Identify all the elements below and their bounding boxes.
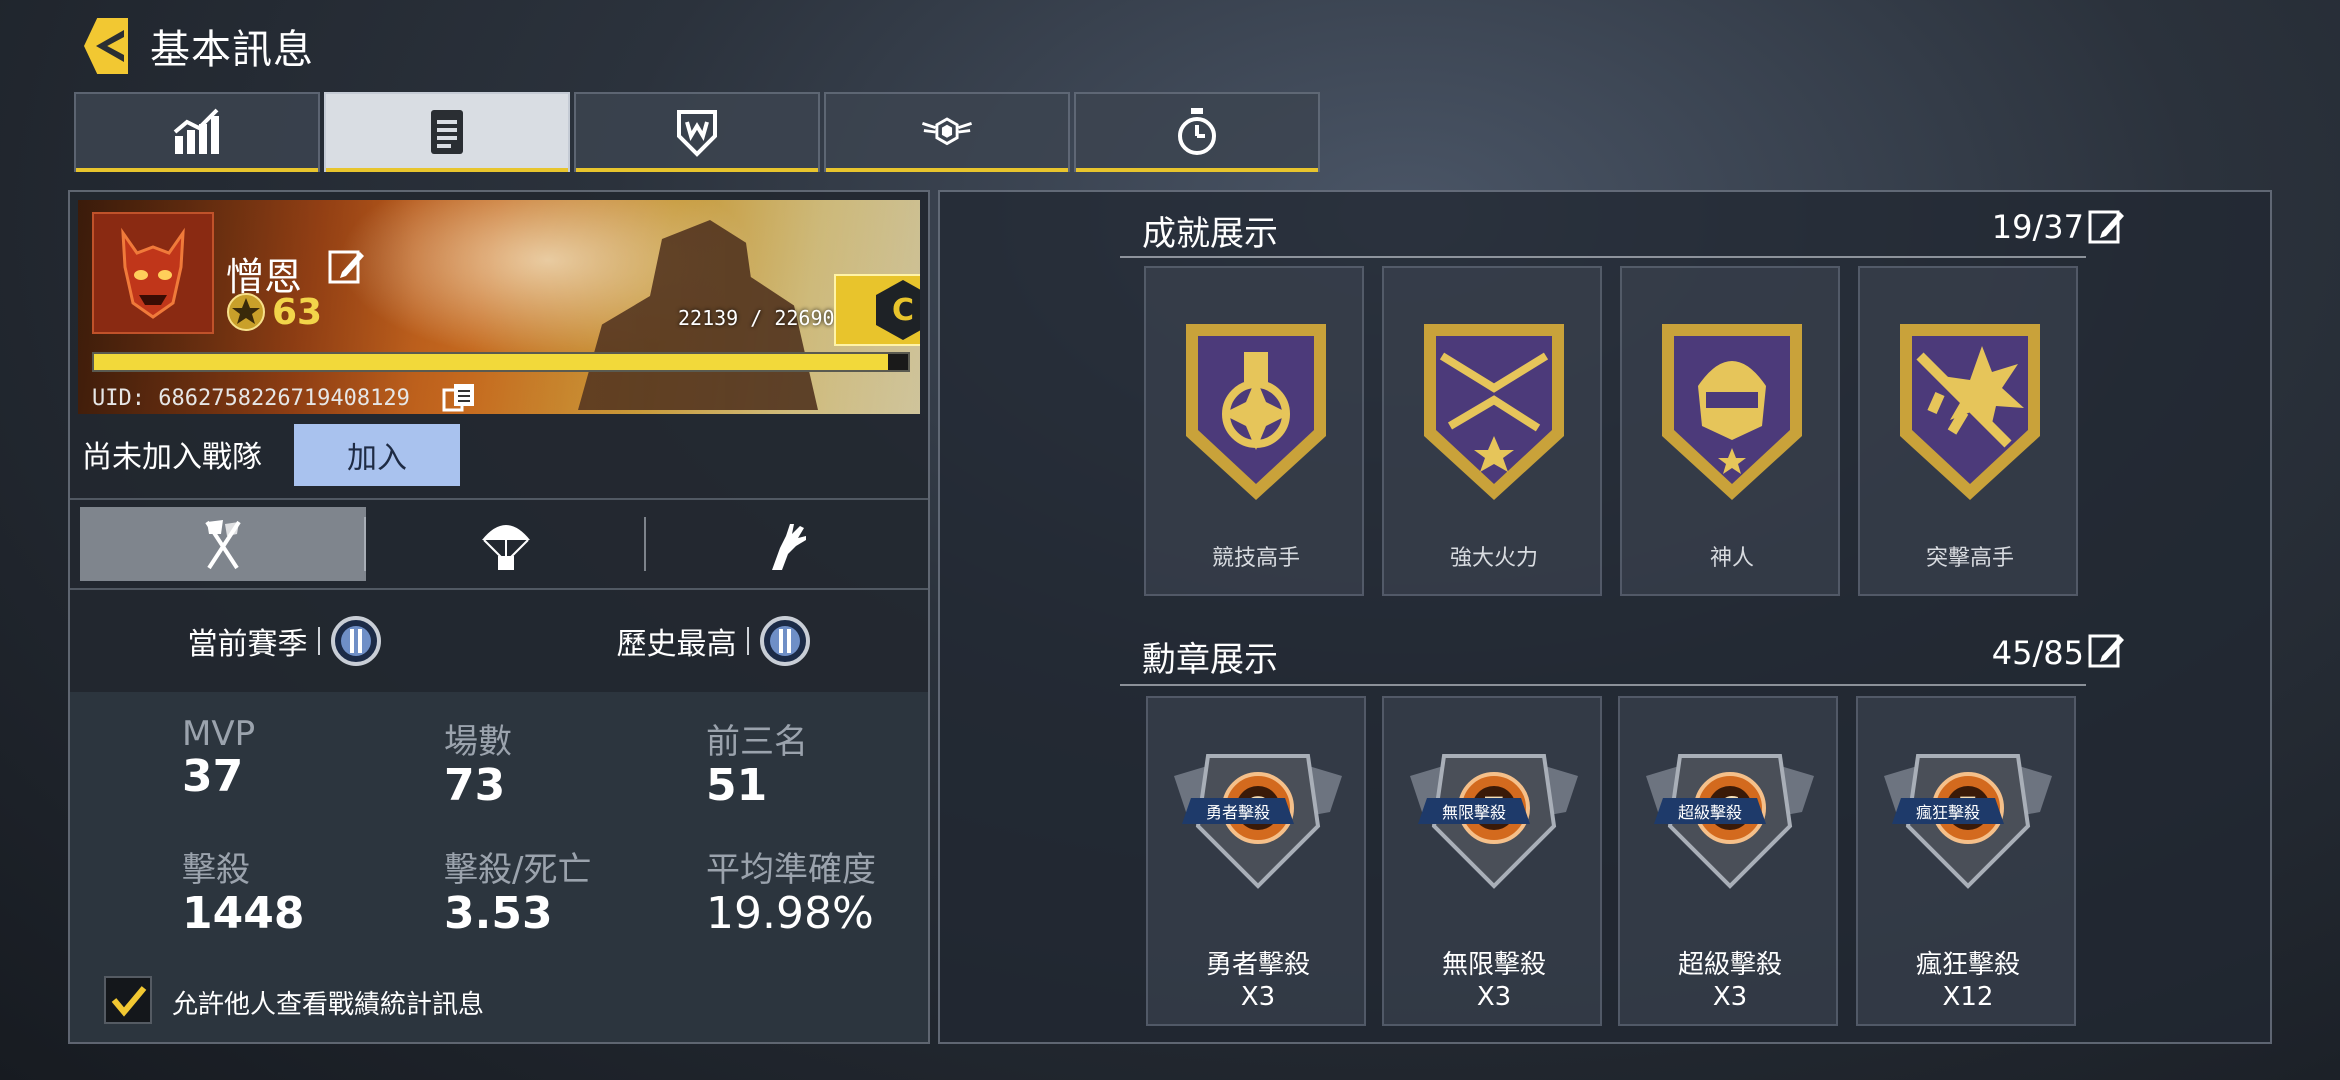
tab-basic-info[interactable]: [324, 92, 570, 172]
stat-kills: 擊殺 1448: [182, 850, 305, 939]
copy-icon[interactable]: [442, 382, 478, 412]
profile-panel: 憎恩 63 22139 / 22690 C UID: 6862758226719…: [68, 190, 930, 1044]
best-rank-icon[interactable]: [759, 615, 811, 667]
achievement-card[interactable]: 神人: [1620, 266, 1840, 596]
winged-emblem-icon: [921, 117, 973, 146]
medal-tag: 瘋狂擊殺: [1892, 798, 2004, 824]
back-button[interactable]: [70, 14, 150, 78]
medal-tag: 超級擊殺: [1654, 798, 1766, 824]
achievement-name: 突擊高手: [1925, 546, 2014, 571]
medal-name: 超級擊殺: [1677, 950, 1782, 980]
medal-tag: 無限擊殺: [1418, 798, 1530, 824]
zombie-hand-icon: [772, 524, 806, 570]
tab-stats[interactable]: [74, 92, 320, 172]
medal-count: X3: [1712, 982, 1748, 1012]
edit-medals-button[interactable]: [2086, 630, 2126, 670]
current-rank-icon[interactable]: [330, 615, 382, 667]
medal-name: 無限擊殺: [1441, 950, 1546, 980]
profile-banner: 憎恩 63 22139 / 22690 C UID: 6862758226719…: [78, 200, 920, 414]
achievement-name: 強大火力: [1449, 546, 1538, 571]
cross-medal-icon: [1186, 324, 1326, 500]
achievements-title: 成就展示: [1142, 214, 1278, 254]
crossed-flags-icon: [205, 520, 241, 570]
rank-letter: C: [876, 280, 920, 340]
page-title: 基本訊息: [150, 27, 314, 73]
clan-status: 尚未加入戰隊: [82, 440, 262, 475]
xp-text: 22139 / 22690: [678, 306, 835, 330]
privacy-checkbox[interactable]: [104, 976, 152, 1024]
achievement-name: 神人: [1709, 546, 1754, 571]
helmet-skull-icon: [1662, 324, 1802, 500]
aircraft-icon: [1424, 324, 1564, 500]
season-rank-row: 當前賽季 歷史最高: [70, 590, 928, 692]
medal-name: 瘋狂擊殺: [1915, 950, 2020, 980]
stat-matches: 場數 73: [444, 722, 512, 811]
stopwatch-icon: [1178, 108, 1216, 155]
achievement-card[interactable]: 突擊高手: [1858, 266, 2078, 596]
medals-divider: [1120, 684, 2086, 686]
parachute-icon: [482, 525, 530, 570]
medal-card[interactable]: 6 超級擊殺 超級擊殺 X3: [1618, 696, 1838, 1026]
medal-name: 勇者擊殺: [1205, 950, 1310, 980]
stat-top3: 前三名 51: [706, 722, 808, 811]
medals-title: 勳章展示: [1142, 640, 1278, 680]
medal-tag: 勇者擊殺: [1182, 798, 1294, 824]
check-icon: [111, 986, 147, 1017]
shield-icon: [677, 110, 717, 157]
mode-multiplayer[interactable]: [80, 507, 366, 581]
achievement-name: 競技高手: [1211, 546, 1300, 571]
medal-count: X3: [1240, 982, 1276, 1012]
edit-icon: [328, 250, 364, 284]
assault-rifle-icon: [1900, 324, 2040, 500]
achievement-card[interactable]: 強大火力: [1382, 266, 1602, 596]
stat-accuracy: 平均準確度 19.98%: [706, 850, 876, 939]
stats-grid: MVP 37 場數 73 前三名 51 擊殺 1448 擊殺/死亡 3.53 平…: [70, 692, 928, 1042]
achievements-divider: [1120, 256, 2086, 258]
mode-zombies[interactable]: [646, 507, 926, 581]
rank-badge: C: [834, 274, 920, 346]
medal-count: X12: [1942, 982, 1994, 1012]
mode-battle-royale[interactable]: [366, 507, 646, 581]
stat-mvp: MVP 37: [182, 714, 256, 802]
player-uid: UID: 6862758226719408129: [92, 386, 410, 411]
medal-card[interactable]: 5 瘋狂擊殺 瘋狂擊殺 X12: [1856, 696, 2076, 1026]
medals-count: 45/85: [1991, 634, 2084, 672]
showcase-panel: 成就展示 19/37 競技高手 強大火力 神人 突擊高手 勳章展示 45/85 …: [938, 190, 2272, 1044]
edit-achievements-button[interactable]: [2086, 206, 2126, 246]
medal-card[interactable]: 7 無限擊殺 無限擊殺 X3: [1382, 696, 1602, 1026]
document-icon: [431, 110, 463, 154]
tab-emblem[interactable]: [824, 92, 1070, 172]
medal-count: X3: [1476, 982, 1512, 1012]
achievement-card[interactable]: 競技高手: [1144, 266, 1364, 596]
stats-chart-icon: [173, 108, 219, 154]
header: 基本訊息: [70, 14, 340, 78]
avatar[interactable]: [92, 212, 214, 334]
level-star-icon: [227, 293, 265, 331]
player-level: 63: [272, 292, 323, 333]
join-clan-button[interactable]: 加入: [294, 424, 460, 486]
stat-kd: 擊殺/死亡 3.53: [444, 850, 592, 939]
mode-selector: [70, 498, 928, 590]
xp-progress-bar: [92, 352, 910, 372]
best-season-label: 歷史最高: [616, 627, 737, 662]
tab-bar: [74, 92, 1320, 172]
privacy-label: 允許他人查看戰績統計訊息: [172, 990, 485, 1020]
medal-card[interactable]: 8 勇者擊殺 勇者擊殺 X3: [1146, 696, 1366, 1026]
achievements-count: 19/37: [1991, 208, 2084, 246]
edit-name-button[interactable]: [326, 246, 366, 290]
tab-shield[interactable]: [574, 92, 820, 172]
demon-mask-icon: [121, 227, 185, 319]
current-season-label: 當前賽季: [187, 627, 308, 662]
tab-stopwatch[interactable]: [1074, 92, 1320, 172]
